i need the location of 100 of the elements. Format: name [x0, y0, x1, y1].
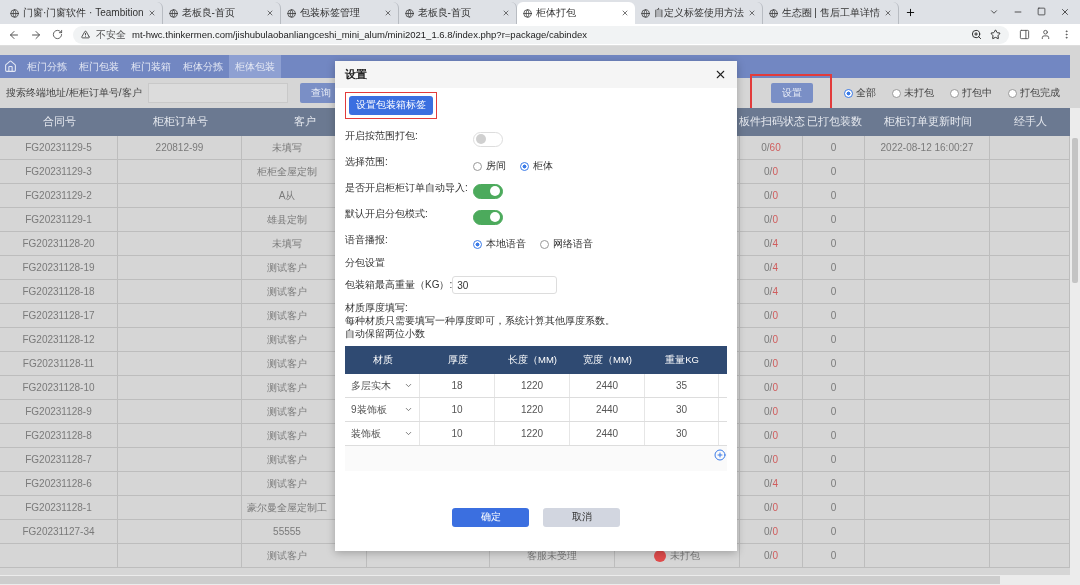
table-cell: 0/0	[740, 328, 803, 351]
profile-icon[interactable]	[1040, 29, 1051, 40]
table-cell: 0	[803, 424, 865, 447]
weight-field[interactable]: 30	[452, 276, 558, 294]
side-panel-icon[interactable]	[1019, 29, 1030, 40]
table-cell: FG20231128-8	[25, 430, 92, 441]
toggle-switch[interactable]	[473, 183, 503, 199]
table-cell: FG20231128-17	[22, 310, 95, 321]
search-label: 搜索终端地址/柜柜订单号/客户	[6, 86, 142, 100]
table-cell: 0/0	[740, 544, 803, 567]
radio-option[interactable]: 柜体	[520, 159, 553, 173]
table-cell: 测试客户	[267, 476, 307, 491]
table-cell: 0	[803, 328, 865, 351]
filter-radio[interactable]: 未打包	[892, 86, 934, 100]
material-select[interactable]: 9装饰板	[345, 398, 420, 421]
reload-icon[interactable]	[52, 29, 63, 40]
back-icon[interactable]	[8, 28, 20, 41]
page-icon	[404, 8, 414, 18]
table-cell[interactable]: 2440	[570, 398, 645, 421]
column-header: 宽度（MM)	[582, 352, 633, 367]
table-cell[interactable]: 1220	[495, 374, 570, 397]
table-cell[interactable]: 30	[645, 398, 719, 421]
field-label: 语音播报:	[345, 233, 389, 247]
table-cell: 测试客户	[267, 356, 307, 371]
radio-option[interactable]: 房间	[473, 159, 506, 173]
browser-tab[interactable]: 柜体打包	[516, 2, 635, 24]
table-cell[interactable]: 1220	[495, 398, 570, 421]
table-cell: FG20231128-6	[25, 478, 92, 489]
field-label: 是否开启柜柜订单自动导入:	[345, 181, 469, 195]
table-cell: 0/0	[740, 400, 803, 423]
table-cell: FG20231129-1	[25, 214, 92, 225]
page-icon	[522, 8, 532, 18]
table-cell: 未填写	[272, 236, 302, 251]
table-cell: FG20231127-34	[22, 526, 95, 537]
section-heading: 分包设置	[345, 256, 385, 270]
zoom-icon[interactable]	[971, 29, 982, 40]
field-label: 包装箱最高重量（KG）:	[345, 278, 453, 292]
column-header: 长度（MM)	[507, 352, 558, 367]
table-cell: 测试客户	[267, 380, 307, 395]
table-cell: 雄县定制	[267, 212, 307, 227]
column-header: 柜柜订单号	[152, 115, 208, 129]
forward-icon[interactable]	[30, 28, 42, 41]
address-field[interactable]: 不安全 mt-hwc.thinkermen.com/jishubulaobanliangceshi_mini_alum/mini2021_1.6.8/index.php?r=package/cabindex	[73, 25, 1009, 44]
table-cell[interactable]: 2440	[570, 374, 645, 397]
confirm-button[interactable]: 确定	[452, 508, 529, 527]
page-icon	[168, 8, 178, 18]
scrollbar[interactable]	[1070, 108, 1080, 575]
table-cell: FG20231129-3	[25, 166, 92, 177]
table-cell: 220812-99	[155, 142, 204, 153]
table-cell: 0	[803, 496, 865, 519]
label-settings-button[interactable]: 设置包装箱标签	[349, 96, 433, 115]
column-header: 客户	[293, 115, 316, 129]
table-cell: 测试客户	[267, 284, 307, 299]
chevron-down-icon	[404, 405, 413, 414]
radio-option[interactable]: 网络语音	[540, 237, 593, 251]
column-header: 板件扫码状态	[738, 115, 805, 129]
table-cell: 0/4	[740, 232, 803, 255]
home-icon[interactable]	[4, 60, 17, 73]
new-tab-icon[interactable]	[904, 6, 916, 18]
column-header: 材质	[371, 352, 394, 367]
table-cell[interactable]: 1220	[495, 422, 570, 445]
table-cell: 0/0	[740, 184, 803, 207]
page-icon	[286, 8, 296, 18]
table-cell: 0	[803, 256, 865, 279]
table-cell: 0	[803, 232, 865, 255]
chevron-down-icon[interactable]	[989, 7, 999, 17]
filter-radio[interactable]: 全部	[844, 86, 876, 100]
table-cell: 测试客户	[267, 404, 307, 419]
maximize-icon[interactable]	[1037, 7, 1046, 16]
table-cell[interactable]: 2440	[570, 422, 645, 445]
star-icon[interactable]	[990, 29, 1001, 40]
table-cell[interactable]: 10	[420, 422, 495, 445]
cancel-button[interactable]: 取消	[543, 508, 620, 527]
table-cell: FG20231128-19	[22, 262, 95, 273]
horizontal-scrollbar[interactable]	[0, 575, 1080, 585]
table-cell: 0	[803, 520, 865, 543]
column-header: 重量KG	[664, 352, 700, 367]
radio-option[interactable]: 本地语音	[473, 237, 526, 251]
filter-radio[interactable]: 打包中	[950, 86, 992, 100]
table-cell: 0/0	[740, 520, 803, 543]
table-cell: 0	[803, 184, 865, 207]
table-cell[interactable]: 18	[420, 374, 495, 397]
table-cell: 测试客户	[267, 260, 307, 275]
table-cell[interactable]: 35	[645, 374, 719, 397]
filter-radio[interactable]: 打包完成	[1008, 86, 1060, 100]
table-cell: 豪尔曼全屋定制工	[247, 500, 327, 515]
table-cell: FG20231129-2	[25, 190, 92, 201]
table-cell: 0	[803, 544, 865, 567]
column-header: 经手人	[1013, 115, 1047, 129]
toggle-switch[interactable]	[473, 209, 503, 225]
table-cell[interactable]: 30	[645, 422, 719, 445]
table-cell: 测试客户	[267, 548, 307, 563]
material-select[interactable]: 装饰板	[345, 422, 420, 445]
table-cell[interactable]: 10	[420, 398, 495, 421]
close-icon[interactable]	[1060, 7, 1070, 17]
close-icon[interactable]	[714, 68, 727, 81]
field-label: 默认开启分包模式:	[345, 207, 429, 221]
add-icon[interactable]	[714, 449, 726, 461]
material-select[interactable]: 多层实木	[345, 374, 420, 397]
table-cell: 测试客户	[267, 332, 307, 347]
